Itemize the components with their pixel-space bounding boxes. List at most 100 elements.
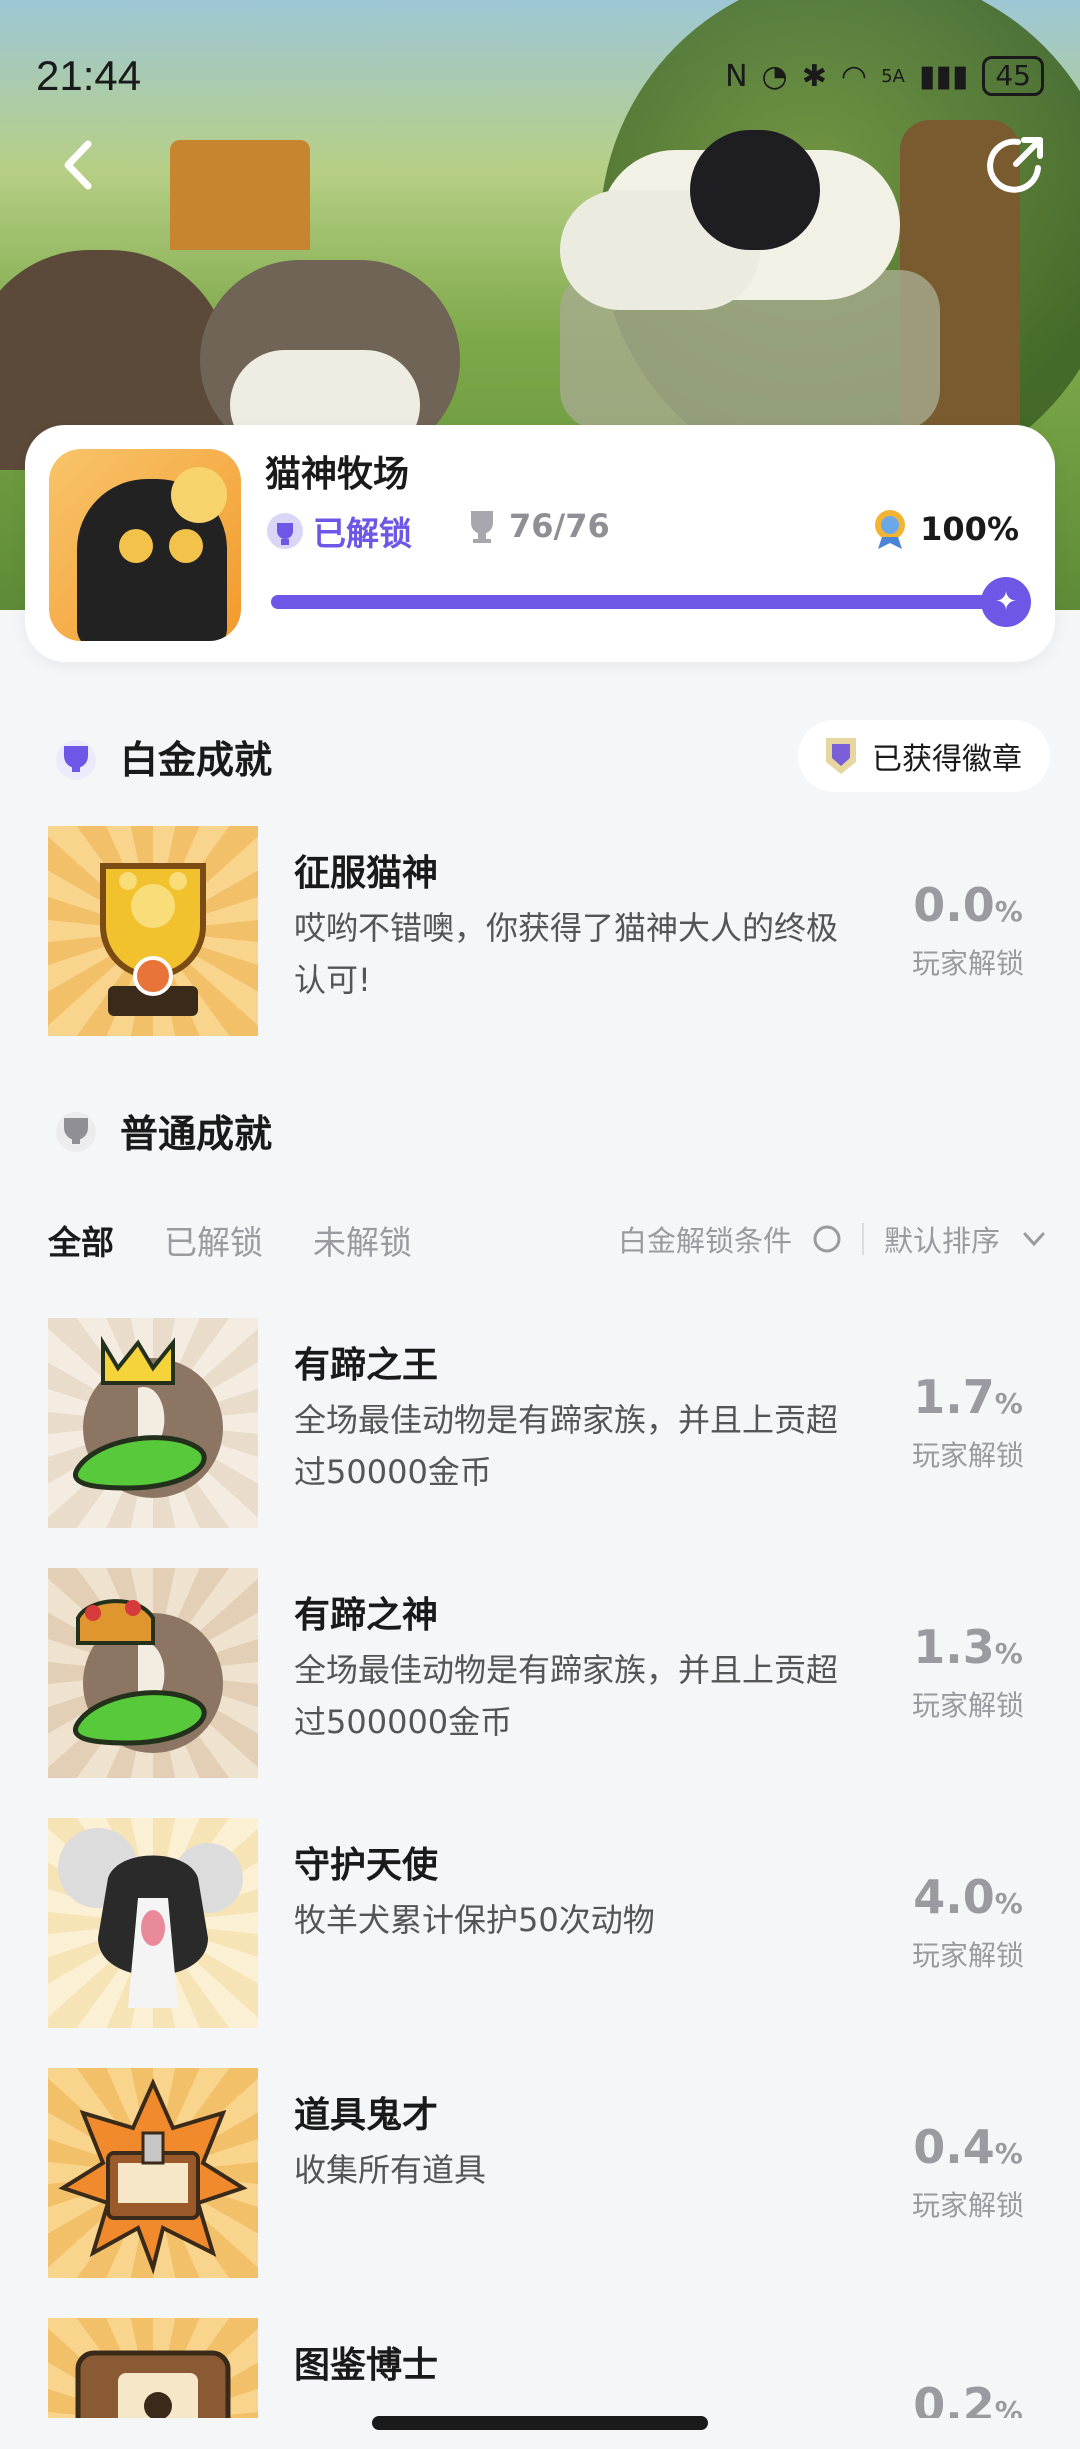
- platinum-section-icon: [56, 740, 96, 780]
- achievement-name: 守护天使: [294, 1845, 439, 1886]
- list-item[interactable]: 道具鬼才 收集所有道具 0.4% 玩家解锁: [48, 2068, 1048, 2278]
- achievement-percent: 1.3%: [888, 1620, 1048, 1674]
- golden-paw-trophy-icon: [100, 863, 206, 1016]
- achievement-image: [48, 1568, 258, 1778]
- platinum-trophy-icon: [267, 513, 303, 549]
- percent-value: 0.0: [913, 878, 995, 932]
- achievement-desc: 全场最佳动物是有蹄家族，并且上贡超过50000金币: [294, 1401, 839, 1491]
- achievement-desc: 收集所有道具: [294, 2151, 487, 2189]
- achievement-desc: 全场最佳动物是有蹄家族，并且上贡超过500000金币: [294, 1651, 839, 1741]
- medal-icon: [875, 510, 906, 549]
- status-time: 21:44: [36, 52, 142, 99]
- bluetooth-icon: ✱: [801, 58, 827, 94]
- percent-unit: %: [994, 2395, 1023, 2418]
- achievement-desc: 牧羊犬累计保护50次动物: [294, 1901, 655, 1939]
- earned-badges-label: 已获得徽章: [872, 742, 1022, 777]
- trophy-count: 76/76: [465, 507, 610, 545]
- list-item[interactable]: 有蹄之王 全场最佳动物是有蹄家族，并且上贡超过50000金币 1.7% 玩家解锁: [48, 1318, 1048, 1528]
- game-info-card: 猫神牧场 已解锁 76/76 100% ✦: [25, 425, 1055, 662]
- filters: 白金解锁条件 默认排序: [618, 1218, 1048, 1260]
- system-icons: N ◔ ✱ ◠ 5A ▮▮▮ 45: [725, 56, 1044, 96]
- sheepdog-icon: [58, 1828, 243, 2008]
- unlocked-label: 已解锁: [313, 514, 412, 553]
- encyclopedia-icon: [75, 2350, 231, 2418]
- platinum-achievement[interactable]: 征服猫神 哎哟不错噢，你获得了猫神大人的终极认可! 0.0% 玩家解锁: [48, 826, 1048, 1036]
- trophy-count-value: 76/76: [509, 507, 610, 545]
- sort-dropdown[interactable]: 默认排序: [884, 1218, 1000, 1260]
- trophy-icon: [56, 1112, 96, 1152]
- platinum-section-title: 白金成就: [120, 737, 273, 782]
- achievement-name: 有蹄之王: [294, 1345, 439, 1386]
- platinum-condition-label: 白金解锁条件: [617, 1224, 792, 1258]
- completion-value: 100%: [920, 510, 1019, 548]
- back-button[interactable]: [46, 130, 116, 200]
- achievement-percent: 0.2%: [888, 2378, 1048, 2418]
- list-item[interactable]: 守护天使 牧羊犬累计保护50次动物 4.0% 玩家解锁: [48, 1818, 1048, 2028]
- paw-icon: [171, 467, 227, 523]
- percent-unit: %: [994, 1387, 1023, 1420]
- star-icon: ✦: [981, 577, 1031, 627]
- list-item[interactable]: 有蹄之神 全场最佳动物是有蹄家族，并且上贡超过500000金币 1.3% 玩家解…: [48, 1568, 1048, 1778]
- nfc-icon: N: [725, 58, 748, 94]
- network-label: 5A: [881, 65, 905, 87]
- hoof-god-icon: [73, 1599, 223, 1753]
- achievement-percent-label: 玩家解锁: [911, 947, 1024, 980]
- percent-unit: %: [994, 1637, 1023, 1670]
- cat-eye-left: [119, 529, 153, 563]
- platinum-section-header: 白金成就: [48, 728, 272, 784]
- achievement-percent-label: 玩家解锁: [911, 2189, 1024, 2222]
- tab-unlocked[interactable]: 已解锁: [164, 1216, 263, 1264]
- tab-locked[interactable]: 未解锁: [313, 1216, 412, 1264]
- hoof-king-icon: [73, 1335, 223, 1498]
- divider: [861, 1223, 864, 1255]
- completion-progress-bar: ✦: [271, 577, 1031, 627]
- earned-badges-button[interactable]: 已获得徽章: [798, 720, 1050, 792]
- normal-section-title: 普通成就: [120, 1111, 273, 1156]
- barn-illustration: [170, 140, 310, 250]
- achievement-name: 征服猫神: [294, 853, 439, 894]
- game-title: 猫神牧场: [265, 454, 410, 495]
- percent-unit: %: [994, 1887, 1023, 1920]
- achievement-tabs: 全部 已解锁 未解锁: [48, 1216, 412, 1264]
- achievement-image: [48, 2068, 258, 2278]
- trophy-icon: [471, 511, 493, 543]
- status-bar: 21:44 N ◔ ✱ ◠ 5A ▮▮▮ 45: [0, 0, 1080, 150]
- achievement-image: [48, 2318, 258, 2418]
- alarm-icon: ◔: [761, 58, 788, 94]
- achievement-name: 图鉴博士: [294, 2345, 439, 2386]
- cat-eye-right: [169, 529, 203, 563]
- achievement-percent: 0.4%: [888, 2120, 1048, 2174]
- achievement-percent-label: 玩家解锁: [911, 1689, 1024, 1722]
- signal-icon: ▮▮▮: [918, 58, 969, 94]
- achievement-desc: 哎哟不错噢，你获得了猫神大人的终极认可!: [294, 909, 839, 999]
- battery-icon: 45: [982, 56, 1044, 96]
- achievement-percent-label: 玩家解锁: [911, 1439, 1024, 1472]
- achievement-image: [48, 826, 258, 1036]
- tab-all[interactable]: 全部: [48, 1216, 114, 1264]
- unlocked-status: 已解锁: [265, 507, 412, 555]
- share-button[interactable]: [980, 130, 1050, 200]
- percent-value: 0.4: [913, 2120, 995, 2174]
- chevron-left-icon: [64, 140, 92, 190]
- percent-value: 0.2: [913, 2378, 995, 2418]
- achievement-name: 有蹄之神: [294, 1595, 439, 1636]
- achievement-image: [48, 1818, 258, 2028]
- achievement-percent: 4.0%: [888, 1870, 1048, 1924]
- percent-value: 1.3: [913, 1620, 995, 1674]
- percent-unit: %: [994, 895, 1023, 928]
- achievement-percent: 0.0%: [888, 878, 1048, 932]
- achievement-percent-label: 玩家解锁: [911, 1939, 1024, 1972]
- percent-unit: %: [994, 2137, 1023, 2170]
- game-icon: [49, 449, 241, 641]
- achievement-name: 道具鬼才: [294, 2095, 439, 2136]
- radio-circle-icon[interactable]: [812, 1224, 842, 1254]
- list-item[interactable]: 图鉴博士 0.2%: [48, 2318, 1048, 2418]
- progress-fill: [271, 595, 1013, 609]
- percent-value: 4.0: [913, 1870, 995, 1924]
- home-indicator[interactable]: [372, 2416, 708, 2430]
- percent-value: 1.7: [913, 1370, 995, 1424]
- achievement-image: [48, 1318, 258, 1528]
- chevron-down-icon[interactable]: [1020, 1225, 1048, 1253]
- completion: 100%: [870, 507, 1019, 551]
- achievement-percent: 1.7%: [888, 1370, 1048, 1424]
